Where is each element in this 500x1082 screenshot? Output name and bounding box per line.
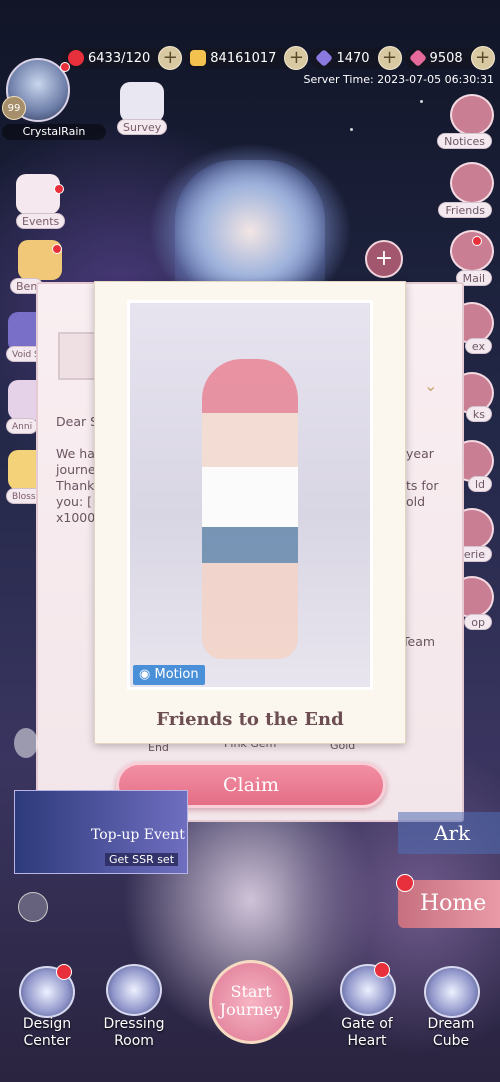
resource-pink-diamonds: 9508 +: [403, 46, 495, 70]
survey-icon[interactable]: [120, 82, 164, 122]
server-time: Server Time: 2023-07-05 06:30:31: [303, 73, 494, 86]
add-hearts-button[interactable]: +: [158, 46, 183, 70]
friends-label: Friends: [438, 202, 492, 218]
index-label: ex: [464, 338, 492, 354]
topup-subtitle: Get SSR set: [105, 853, 179, 866]
start-journey-button[interactable]: Start Journey: [209, 960, 293, 1044]
ark-button[interactable]: Ark: [398, 812, 500, 854]
coin-icon: [190, 50, 207, 66]
add-coins-button[interactable]: +: [284, 46, 309, 70]
events-notification-dot: [54, 184, 64, 194]
mail-button[interactable]: [450, 230, 494, 272]
survey-label: Survey: [117, 119, 168, 135]
motion-button[interactable]: ◉ Motion: [133, 665, 205, 685]
dream-cube-label[interactable]: Dream Cube: [416, 1016, 486, 1050]
pink-diamond-icon: [408, 48, 427, 68]
tasks-label: ks: [465, 406, 492, 422]
events-icon[interactable]: [16, 174, 60, 214]
letter-signature: Team: [402, 634, 436, 649]
letter-body-left: We ha journe Thank you: [ x1000: [56, 446, 96, 525]
notices-label: Notices: [437, 133, 492, 149]
chat-icon[interactable]: [18, 892, 48, 922]
resource-coins: 84161017 +: [184, 46, 309, 70]
design-center-notification-dot: [56, 964, 72, 980]
home-notification-dot: [396, 874, 414, 892]
notices-button[interactable]: [450, 94, 494, 136]
outfit-picture: [127, 300, 373, 690]
avatar-notification-dot: [60, 62, 70, 72]
friends-button[interactable]: [450, 162, 494, 204]
character-figure: [202, 359, 298, 659]
anniversary-label: Anni: [6, 418, 39, 434]
guild-label: ld: [467, 476, 492, 492]
add-circle-button[interactable]: +: [365, 240, 403, 278]
home-button[interactable]: Home: [398, 880, 500, 928]
card-title: Friends to the End: [156, 709, 344, 730]
camera-icon: ◉: [139, 667, 155, 682]
resource-hearts: 6433/120 +: [62, 46, 183, 70]
player-name: CrystalRain: [2, 124, 106, 140]
dressing-room-label[interactable]: Dressing Room: [96, 1016, 172, 1050]
design-center-label[interactable]: Design Center: [12, 1016, 82, 1050]
headset-icon[interactable]: [14, 728, 38, 758]
chevron-down-icon[interactable]: ⌄: [424, 378, 442, 394]
add-diamonds-button[interactable]: +: [377, 46, 402, 70]
mail-notification-dot: [472, 236, 482, 246]
resource-bar: 6433/120 + 84161017 + 1470 + 9508 +: [62, 46, 497, 70]
dream-cube-icon[interactable]: [424, 966, 480, 1018]
topup-event-banner[interactable]: Top-up Event Get SSR set: [14, 790, 188, 874]
dressing-room-icon[interactable]: [106, 964, 162, 1016]
heart-icon: [68, 50, 84, 66]
resource-diamonds: 1470 +: [310, 46, 402, 70]
benefits-notification-dot: [52, 244, 62, 254]
gate-of-heart-label[interactable]: Gate of Heart: [330, 1016, 404, 1050]
character-portrait: [175, 160, 325, 290]
events-label: Events: [16, 213, 66, 229]
diamond-icon: [315, 48, 334, 68]
gate-of-heart-notification-dot: [374, 962, 390, 978]
add-pink-diamonds-button[interactable]: +: [470, 46, 495, 70]
player-level: 99: [2, 96, 26, 120]
letter-body-right: year ts for old: [406, 446, 439, 509]
topup-title: Top-up Event: [91, 827, 185, 843]
letter-greeting: Dear S: [56, 414, 99, 429]
shop-label: op: [464, 614, 492, 630]
